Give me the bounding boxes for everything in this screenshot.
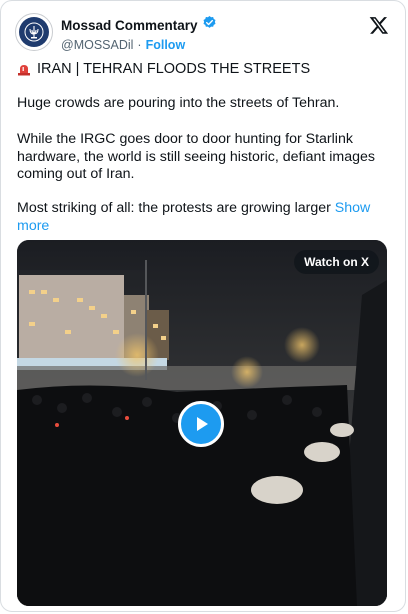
author-handle[interactable]: @MOSSADil — [61, 38, 133, 52]
tweet-card: Mossad Commentary @MOSSADil · Follow IRA… — [0, 0, 406, 612]
tweet-headline: IRAN | TEHRAN FLOODS THE STREETS — [17, 61, 310, 77]
play-icon[interactable] — [178, 401, 224, 447]
tweet-paragraph-3: Most striking of all: the protests are g… — [17, 200, 387, 235]
tweet-paragraph-2: While the IRGC goes door to door hunting… — [17, 131, 376, 182]
follow-button[interactable]: Follow — [146, 38, 186, 52]
verified-badge-icon — [202, 15, 217, 35]
tweet-paragraph-1: Huge crowds are pouring into the streets… — [17, 95, 340, 111]
watch-on-x-button[interactable]: Watch on X — [294, 250, 379, 274]
siren-icon — [17, 62, 31, 76]
tweet-header: Mossad Commentary @MOSSADil · Follow — [15, 13, 391, 53]
avatar[interactable] — [15, 13, 53, 51]
video-player[interactable]: Watch on X — [17, 240, 387, 606]
author-block: Mossad Commentary @MOSSADil · Follow — [61, 15, 217, 52]
x-logo-icon[interactable] — [369, 15, 391, 37]
author-name[interactable]: Mossad Commentary — [61, 18, 198, 33]
mossad-emblem-icon — [19, 17, 49, 47]
handle-separator: · — [137, 38, 142, 52]
headline-text: IRAN | TEHRAN FLOODS THE STREETS — [37, 61, 311, 77]
paragraph-3-text: Most striking of all: the protests are g… — [17, 200, 331, 216]
